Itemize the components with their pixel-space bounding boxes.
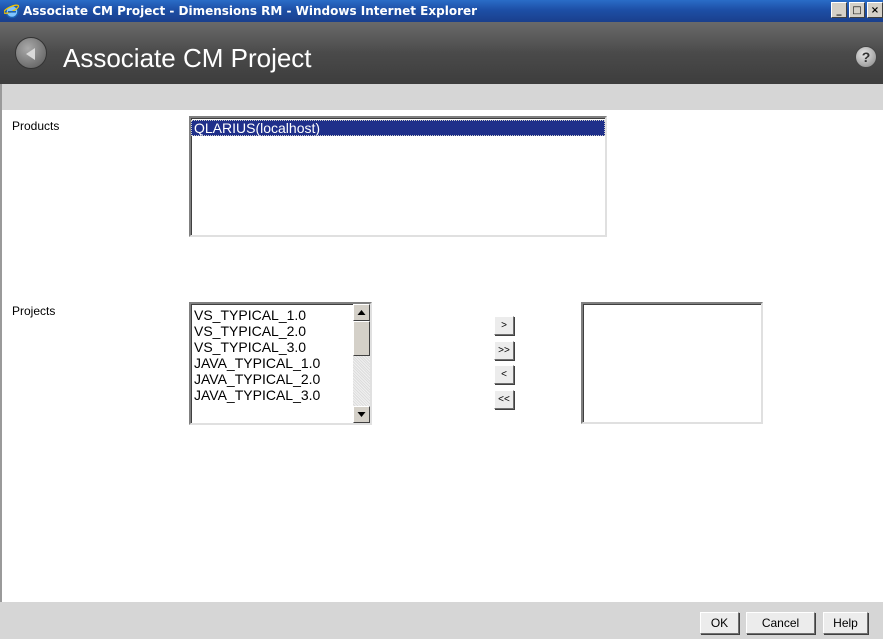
left-frame [0,84,2,639]
project-option[interactable]: JAVA_TYPICAL_2.0 [191,371,370,387]
projects-scrollbar[interactable] [353,304,370,423]
projects-label: Projects [12,304,56,318]
remove-project-button[interactable]: < [494,365,514,384]
products-listbox[interactable]: QLARIUS(localhost) [189,116,607,237]
window-title-bar: Associate CM Project - Dimensions RM - W… [0,0,883,22]
app-header: Associate CM Project ? [0,22,883,84]
products-label: Products [12,119,60,133]
help-button[interactable]: Help [823,612,868,634]
project-option[interactable]: VS_TYPICAL_3.0 [191,339,370,355]
page-title: Associate CM Project [63,43,312,73]
projects-listbox[interactable]: VS_TYPICAL_1.0 VS_TYPICAL_2.0 VS_TYPICAL… [189,302,372,425]
back-button[interactable] [15,37,47,69]
back-arrow-icon [26,48,35,60]
scroll-up-arrow-icon [357,310,366,315]
project-option[interactable]: JAVA_TYPICAL_3.0 [191,387,370,403]
add-project-button[interactable]: > [494,316,514,335]
ie-icon [4,4,20,19]
maximize-button[interactable]: □ [849,2,865,18]
scroll-down-button[interactable] [353,406,370,423]
remove-all-projects-button[interactable]: << [494,390,514,409]
product-option[interactable]: QLARIUS(localhost) [191,120,605,136]
ok-button[interactable]: OK [700,612,739,634]
window-title: Associate CM Project - Dimensions RM - W… [23,4,478,18]
project-option[interactable]: VS_TYPICAL_1.0 [191,307,370,323]
toolbar-strip [0,84,883,110]
selected-projects-listbox[interactable] [581,302,763,424]
project-option[interactable]: VS_TYPICAL_2.0 [191,323,370,339]
footer-bar: OK Cancel Help [0,602,883,639]
scroll-up-button[interactable] [353,304,370,321]
cancel-button[interactable]: Cancel [746,612,815,634]
scroll-thumb[interactable] [353,321,370,356]
project-option[interactable]: JAVA_TYPICAL_1.0 [191,355,370,371]
minimize-button[interactable]: _ [831,2,847,18]
add-all-projects-button[interactable]: >> [494,341,514,360]
close-button[interactable]: × [867,2,883,18]
help-icon[interactable]: ? [855,46,877,68]
scroll-down-arrow-icon [357,412,366,417]
